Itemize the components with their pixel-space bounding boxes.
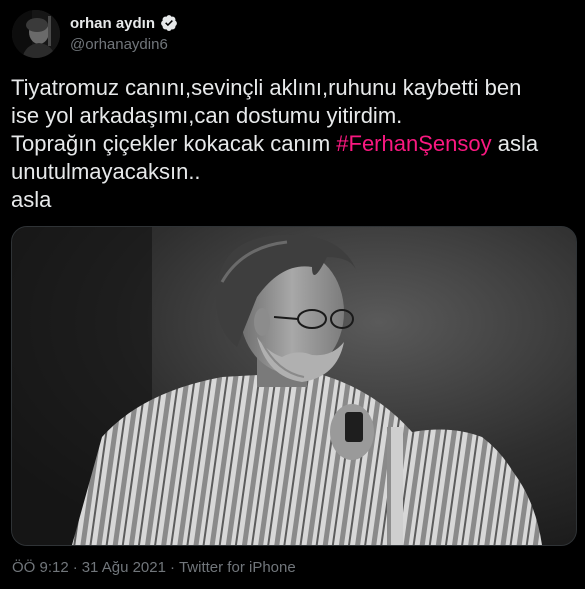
author-handle[interactable]: @orhanaydin6	[70, 36, 168, 53]
author-name-row[interactable]: orhan aydın	[70, 14, 178, 32]
avatar[interactable]	[12, 10, 60, 58]
tweet-text-segment: asla	[491, 131, 539, 156]
meta-separator: ·	[169, 559, 175, 576]
tweet-line: Toprağın çiçekler kokacak canım #FerhanŞ…	[11, 130, 576, 158]
tweet-source[interactable]: Twitter for iPhone	[179, 559, 296, 576]
meta-separator: ·	[72, 559, 78, 576]
tweet-date[interactable]: 31 Ağu 2021	[82, 559, 166, 576]
tweet-line: ise yol arkadaşımı,can dostumu yitirdim.	[11, 103, 403, 128]
hashtag-link[interactable]: #FerhanŞensoy	[336, 131, 491, 156]
photo-image	[12, 227, 576, 545]
tweet-time[interactable]: ÖÖ 9:12	[12, 559, 69, 576]
author-display-name[interactable]: orhan aydın	[70, 15, 155, 32]
tweet-line: unutulmayacaksın..	[11, 159, 201, 184]
avatar-photo	[12, 10, 60, 58]
tweet-line: asla	[11, 187, 52, 212]
tweet-line: Tiyatromuz canını,sevinçli aklını,ruhunu…	[11, 75, 522, 100]
tweet-text-segment: Toprağın çiçekler kokacak canım	[11, 131, 337, 156]
tweet-photo[interactable]	[11, 226, 577, 546]
verified-badge-icon	[160, 14, 178, 32]
tweet-meta: ÖÖ 9:12 · 31 Ağu 2021 · Twitter for iPho…	[12, 559, 296, 576]
tweet-card: orhan aydın @orhanaydin6 Tiyatromuz canı…	[0, 0, 585, 589]
tweet-text: Tiyatromuz canını,sevinçli aklını,ruhunu…	[11, 74, 576, 214]
